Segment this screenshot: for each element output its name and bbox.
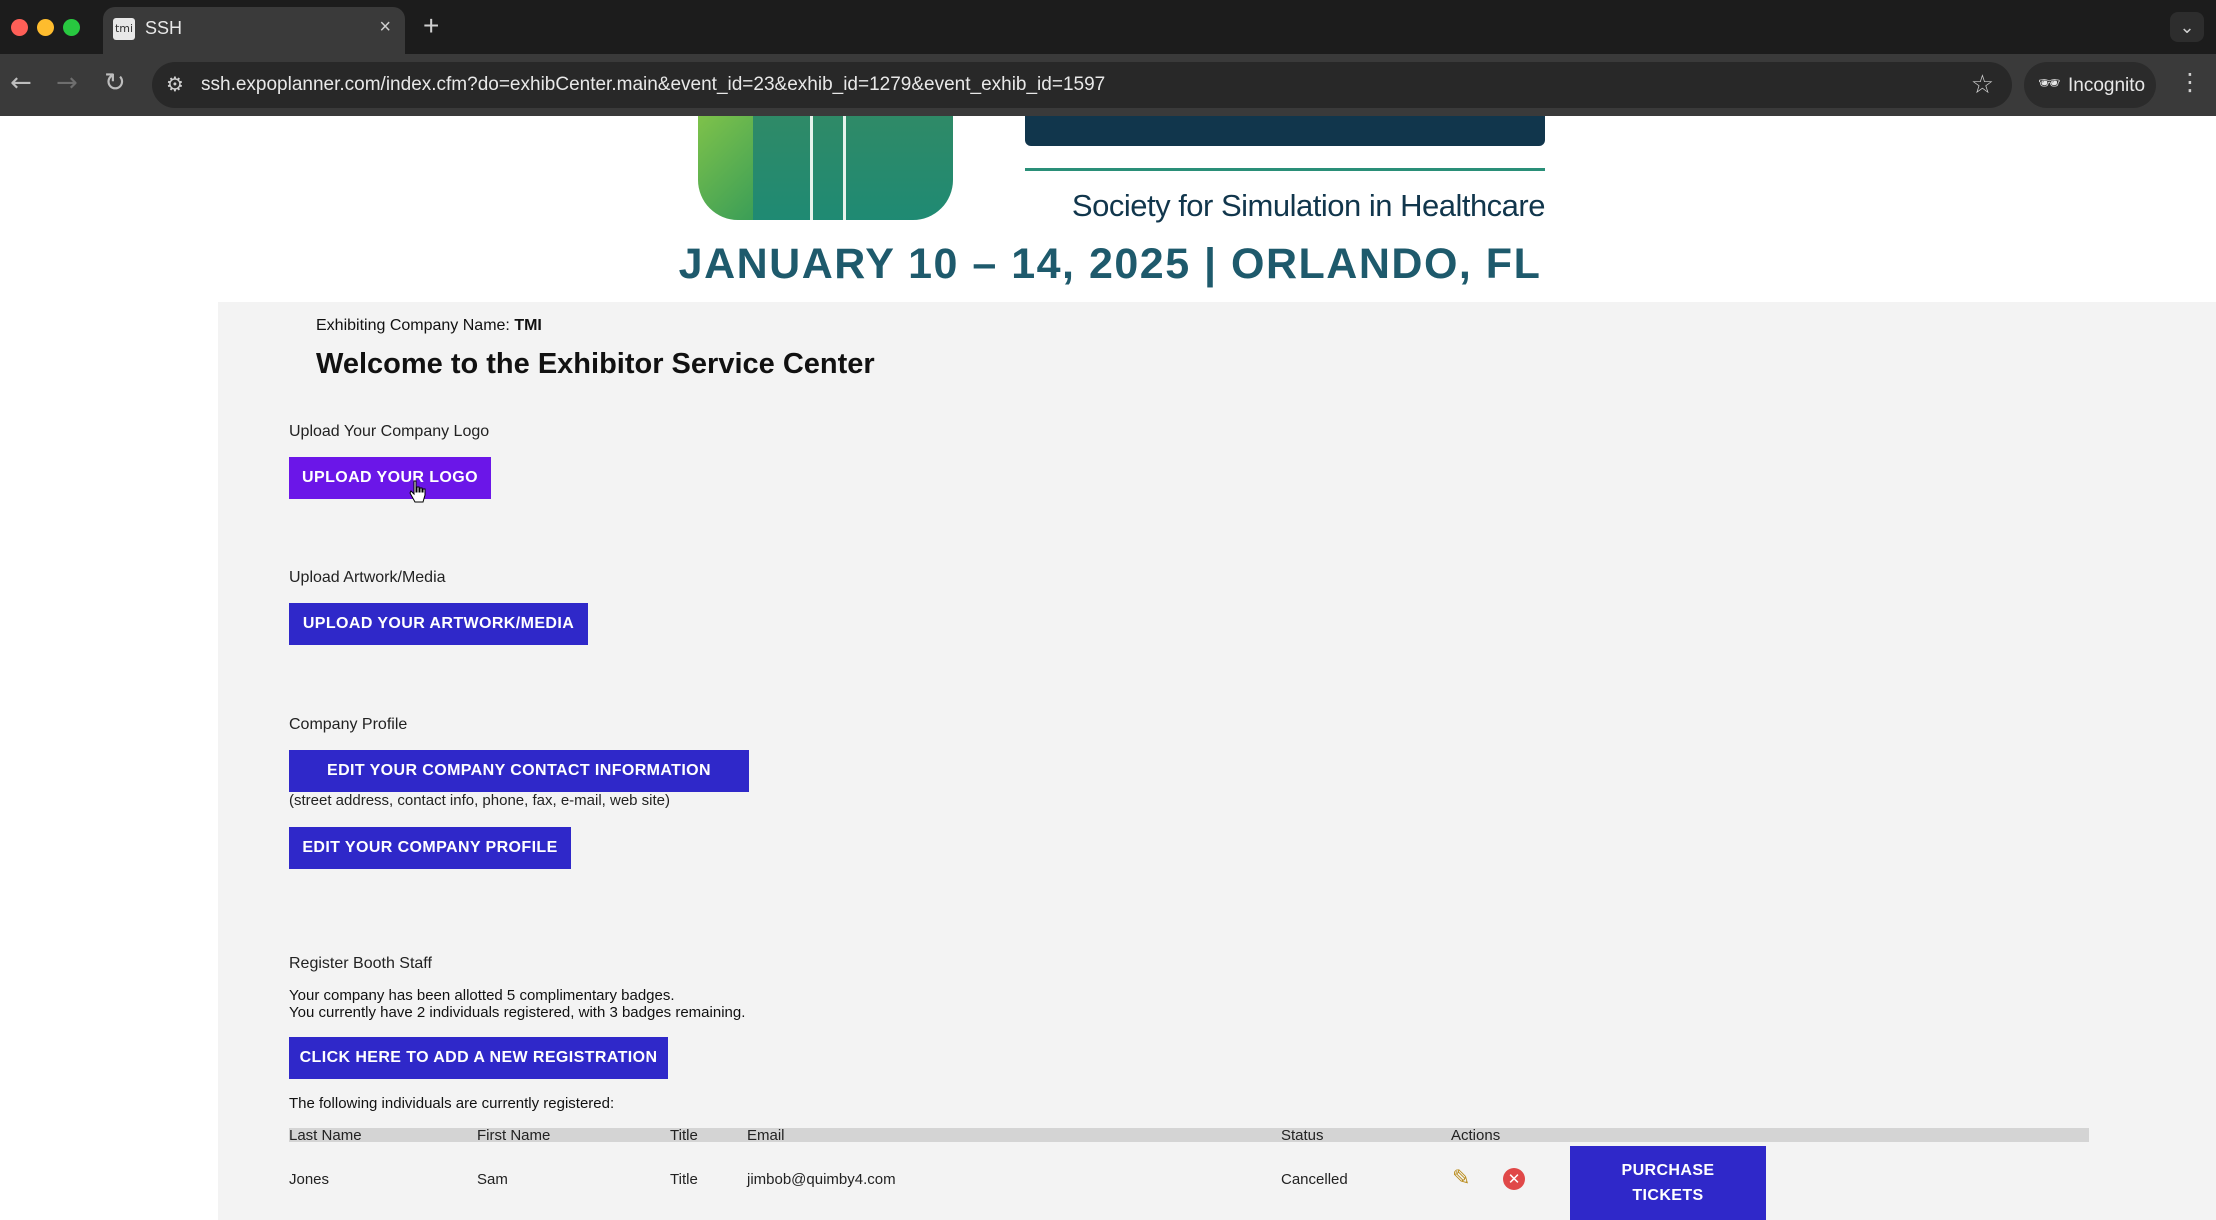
add-registration-button[interactable]: CLICK HERE TO ADD A NEW REGISTRATION [289, 1037, 668, 1079]
incognito-label: Incognito [2068, 75, 2146, 96]
browser-toolbar: ← → ↻ ⚙ ssh.expoplanner.com/index.cfm?do… [0, 54, 2216, 116]
purchase-label-line-2: TICKETS [1632, 1187, 1704, 1204]
page-title: Welcome to the Exhibitor Service Center [316, 348, 875, 380]
browser-menu-icon[interactable]: ⋮ [2178, 68, 2202, 96]
event-logo-graphic-body [753, 116, 953, 220]
cell-title: Title [670, 1171, 698, 1188]
column-header-email: Email [747, 1127, 785, 1144]
registered-intro: The following individuals are currently … [289, 1095, 615, 1112]
purchase-label-line-1: PURCHASE [1621, 1162, 1715, 1179]
edit-company-profile-button[interactable]: EDIT YOUR COMPANY PROFILE [289, 827, 571, 869]
tab-title: SSH [145, 18, 183, 38]
pointer-cursor-icon [409, 480, 426, 503]
new-tab-icon[interactable]: + [423, 10, 439, 42]
event-logo-rule [1025, 168, 1545, 171]
upload-artwork-button[interactable]: UPLOAD YOUR ARTWORK/MEDIA [289, 603, 588, 645]
url-text[interactable]: ssh.expoplanner.com/index.cfm?do=exhibCe… [201, 74, 1105, 96]
incognito-badge[interactable]: 🕶 Incognito [2024, 62, 2156, 108]
cell-first-name: Sam [477, 1171, 508, 1188]
event-logo-stem [810, 116, 846, 220]
maximize-window-button[interactable] [63, 19, 80, 36]
logo-section-label: Upload Your Company Logo [289, 423, 490, 440]
tab-search-chevron-icon[interactable]: ⌄ [2170, 12, 2204, 42]
column-header-actions: Actions [1451, 1127, 1501, 1144]
minimize-window-button[interactable] [37, 19, 54, 36]
forward-arrow-icon[interactable]: → [56, 68, 78, 98]
company-name-label: Exhibiting Company Name: [316, 317, 510, 334]
society-name: Society for Simulation in Healthcare [1071, 188, 1546, 223]
delete-icon[interactable]: ✕ [1503, 1168, 1525, 1190]
contact-info-hint: (street address, contact info, phone, fa… [289, 792, 671, 809]
cell-last-name: Jones [289, 1171, 330, 1188]
browser-tab-bar: tmi SSH × + ⌄ [0, 0, 2216, 54]
site-settings-icon[interactable]: ⚙ [166, 72, 184, 96]
edit-contact-info-button[interactable]: EDIT YOUR COMPANY CONTACT INFORMATION [289, 750, 749, 792]
address-bar[interactable]: ⚙ ssh.expoplanner.com/index.cfm?do=exhib… [152, 62, 2012, 108]
column-header-status: Status [1281, 1127, 1324, 1144]
badge-allotment-text: Your company has been allotted 5 complim… [289, 987, 745, 1021]
table-header-bar [289, 1128, 2089, 1142]
tab-close-icon[interactable]: × [379, 16, 391, 39]
event-logo-graphic [698, 116, 753, 220]
close-window-button[interactable] [11, 19, 28, 36]
event-logo-wordmark [1025, 116, 1545, 146]
company-name-value: TMI [514, 317, 542, 334]
allotment-line-1: Your company has been allotted 5 complim… [289, 987, 675, 1004]
event-dates: JANUARY 10 – 14, 2025 | ORLANDO, FL [678, 240, 1542, 288]
artwork-section-label: Upload Artwork/Media [289, 569, 446, 586]
column-header-first-name: First Name [477, 1127, 551, 1144]
staff-section-label: Register Booth Staff [289, 955, 432, 972]
reload-icon[interactable]: ↻ [104, 68, 126, 98]
incognito-icon: 🕶 [2038, 73, 2061, 94]
profile-section-label: Company Profile [289, 716, 408, 733]
bookmark-star-icon[interactable]: ☆ [1971, 70, 1994, 100]
upload-logo-button[interactable]: UPLOAD YOUR LOGO [289, 457, 491, 499]
column-header-title: Title [670, 1127, 698, 1144]
company-name-line: Exhibiting Company Name: TMI [316, 317, 542, 335]
cell-email: jimbob@quimby4.com [747, 1171, 896, 1188]
edit-pencil-icon[interactable]: ✎ [1452, 1166, 1470, 1191]
column-header-last-name: Last Name [289, 1127, 362, 1144]
back-arrow-icon[interactable]: ← [10, 68, 32, 98]
allotment-line-2: You currently have 2 individuals registe… [289, 1004, 746, 1021]
browser-tab[interactable]: tmi SSH × [103, 7, 405, 54]
purchase-tickets-button[interactable]: PURCHASE TICKETS [1570, 1146, 1766, 1220]
cell-status: Cancelled [1281, 1171, 1348, 1188]
favicon-icon: tmi [113, 18, 135, 40]
